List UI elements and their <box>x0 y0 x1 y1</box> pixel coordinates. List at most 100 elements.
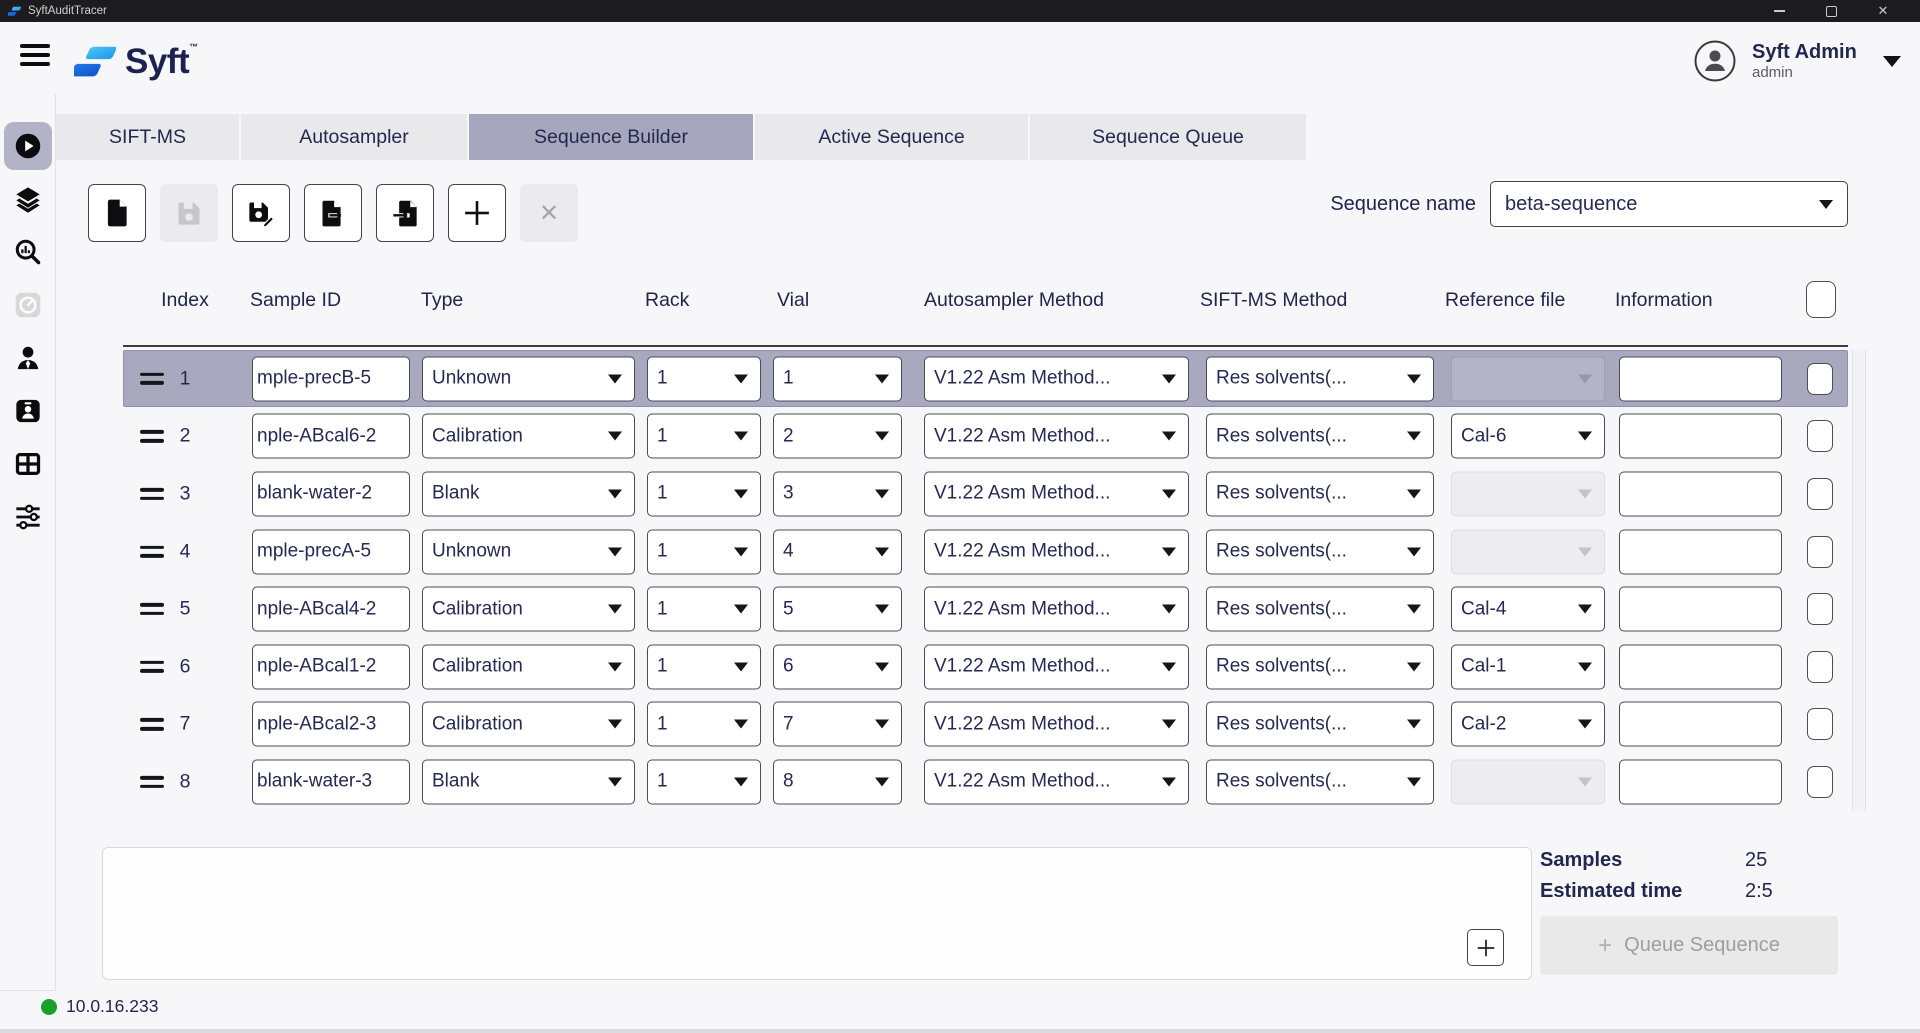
sidebar-item-play[interactable] <box>4 122 52 170</box>
reference-file-select[interactable] <box>1451 471 1605 516</box>
rack-select[interactable]: 1 <box>647 414 761 459</box>
rack-select[interactable]: 1 <box>647 759 761 804</box>
drag-handle-icon[interactable] <box>140 425 164 447</box>
row-checkbox[interactable] <box>1807 708 1833 740</box>
information-input[interactable] <box>1619 529 1782 574</box>
autosampler-method-select[interactable]: V1.22 Asm Method... <box>924 759 1189 804</box>
save-as-sequence-button[interactable] <box>232 184 290 242</box>
information-input[interactable] <box>1619 702 1782 747</box>
row-checkbox[interactable] <box>1807 478 1833 510</box>
add-row-button[interactable] <box>448 184 506 242</box>
autosampler-method-select[interactable]: V1.22 Asm Method... <box>924 529 1189 574</box>
row-checkbox[interactable] <box>1807 536 1833 568</box>
sift-ms-method-select[interactable]: Res solvents(... <box>1206 587 1434 632</box>
drag-handle-icon[interactable] <box>140 656 164 678</box>
vial-select[interactable]: 6 <box>773 644 902 689</box>
export-sequence-button[interactable] <box>304 184 362 242</box>
reference-file-select[interactable]: Cal-6 <box>1451 414 1605 459</box>
sift-ms-method-select[interactable]: Res solvents(... <box>1206 759 1434 804</box>
vial-select[interactable]: 8 <box>773 759 902 804</box>
type-select[interactable]: Calibration <box>422 587 635 632</box>
table-scrollbar[interactable] <box>1852 350 1866 811</box>
delete-row-button[interactable]: ✕ <box>520 184 578 242</box>
row-checkbox[interactable] <box>1807 651 1833 683</box>
tab[interactable]: Sequence Queue <box>1030 114 1306 160</box>
reference-file-select[interactable]: Cal-4 <box>1451 587 1605 632</box>
rack-select[interactable]: 1 <box>647 529 761 574</box>
autosampler-method-select[interactable]: V1.22 Asm Method... <box>924 587 1189 632</box>
drag-handle-icon[interactable] <box>140 713 164 735</box>
rack-select[interactable]: 1 <box>647 471 761 516</box>
type-select[interactable]: Blank <box>422 471 635 516</box>
chevron-down-icon[interactable] <box>1883 56 1901 67</box>
rack-select[interactable]: 1 <box>647 702 761 747</box>
drag-handle-icon[interactable] <box>140 368 164 390</box>
type-select[interactable]: Blank <box>422 759 635 804</box>
sample-id-input[interactable]: blank-water-2 <box>252 471 410 516</box>
rack-select[interactable]: 1 <box>647 587 761 632</box>
tab[interactable]: SIFT-MS <box>56 114 239 160</box>
sample-id-input[interactable]: mple-precA-5 <box>252 529 410 574</box>
type-select[interactable]: Calibration <box>422 644 635 689</box>
reference-file-select[interactable] <box>1451 529 1605 574</box>
drag-handle-icon[interactable] <box>140 771 164 793</box>
type-select[interactable]: Unknown <box>422 529 635 574</box>
type-select[interactable]: Calibration <box>422 702 635 747</box>
queue-sequence-button[interactable]: + Queue Sequence <box>1540 916 1838 975</box>
sift-ms-method-select[interactable]: Res solvents(... <box>1206 644 1434 689</box>
sift-ms-method-select[interactable]: Res solvents(... <box>1206 471 1434 516</box>
information-input[interactable] <box>1619 644 1782 689</box>
information-input[interactable] <box>1619 356 1782 401</box>
vial-select[interactable]: 7 <box>773 702 902 747</box>
sample-id-input[interactable]: nple-ABcal1-2 <box>252 644 410 689</box>
drag-handle-icon[interactable] <box>140 540 164 562</box>
rack-select[interactable]: 1 <box>647 356 761 401</box>
reference-file-select[interactable] <box>1451 759 1605 804</box>
row-checkbox[interactable] <box>1807 363 1833 395</box>
sift-ms-method-select[interactable]: Res solvents(... <box>1206 356 1434 401</box>
save-sequence-button[interactable] <box>160 184 218 242</box>
sift-ms-method-select[interactable]: Res solvents(... <box>1206 414 1434 459</box>
autosampler-method-select[interactable]: V1.22 Asm Method... <box>924 414 1189 459</box>
row-checkbox[interactable] <box>1807 593 1833 625</box>
tab[interactable]: Sequence Builder <box>469 114 753 160</box>
sidebar-item-search-report[interactable] <box>4 228 52 276</box>
vial-select[interactable]: 5 <box>773 587 902 632</box>
drag-handle-icon[interactable] <box>140 598 164 620</box>
sample-id-input[interactable]: mple-precB-5 <box>252 356 410 401</box>
import-sequence-button[interactable] <box>376 184 434 242</box>
row-checkbox[interactable] <box>1807 420 1833 452</box>
new-sequence-button[interactable] <box>88 184 146 242</box>
information-input[interactable] <box>1619 414 1782 459</box>
select-all-checkbox[interactable] <box>1806 281 1836 318</box>
reference-file-select[interactable]: Cal-1 <box>1451 644 1605 689</box>
sample-id-input[interactable]: nple-ABcal2-3 <box>252 702 410 747</box>
reference-file-select[interactable]: Cal-2 <box>1451 702 1605 747</box>
row-checkbox[interactable] <box>1807 766 1833 798</box>
autosampler-method-select[interactable]: V1.22 Asm Method... <box>924 356 1189 401</box>
panel-add-button[interactable] <box>1467 929 1504 966</box>
sample-id-input[interactable]: nple-ABcal6-2 <box>252 414 410 459</box>
autosampler-method-select[interactable]: V1.22 Asm Method... <box>924 471 1189 516</box>
vial-select[interactable]: 3 <box>773 471 902 516</box>
hamburger-menu-icon[interactable] <box>20 44 50 71</box>
close-icon[interactable]: ✕ <box>1857 0 1909 22</box>
autosampler-method-select[interactable]: V1.22 Asm Method... <box>924 644 1189 689</box>
sample-id-input[interactable]: nple-ABcal4-2 <box>252 587 410 632</box>
autosampler-method-select[interactable]: V1.22 Asm Method... <box>924 702 1189 747</box>
information-input[interactable] <box>1619 587 1782 632</box>
tab[interactable]: Active Sequence <box>755 114 1028 160</box>
drag-handle-icon[interactable] <box>140 483 164 505</box>
vial-select[interactable]: 4 <box>773 529 902 574</box>
minimize-icon[interactable] <box>1753 0 1805 22</box>
type-select[interactable]: Unknown <box>422 356 635 401</box>
vial-select[interactable]: 1 <box>773 356 902 401</box>
information-input[interactable] <box>1619 759 1782 804</box>
vial-select[interactable]: 2 <box>773 414 902 459</box>
user-menu[interactable]: Syft Admin admin <box>1694 40 1901 82</box>
information-input[interactable] <box>1619 471 1782 516</box>
sift-ms-method-select[interactable]: Res solvents(... <box>1206 702 1434 747</box>
maximize-icon[interactable] <box>1805 0 1857 22</box>
sequence-name-select[interactable]: beta-sequence <box>1490 181 1848 227</box>
sidebar-item-layers[interactable] <box>4 175 52 223</box>
